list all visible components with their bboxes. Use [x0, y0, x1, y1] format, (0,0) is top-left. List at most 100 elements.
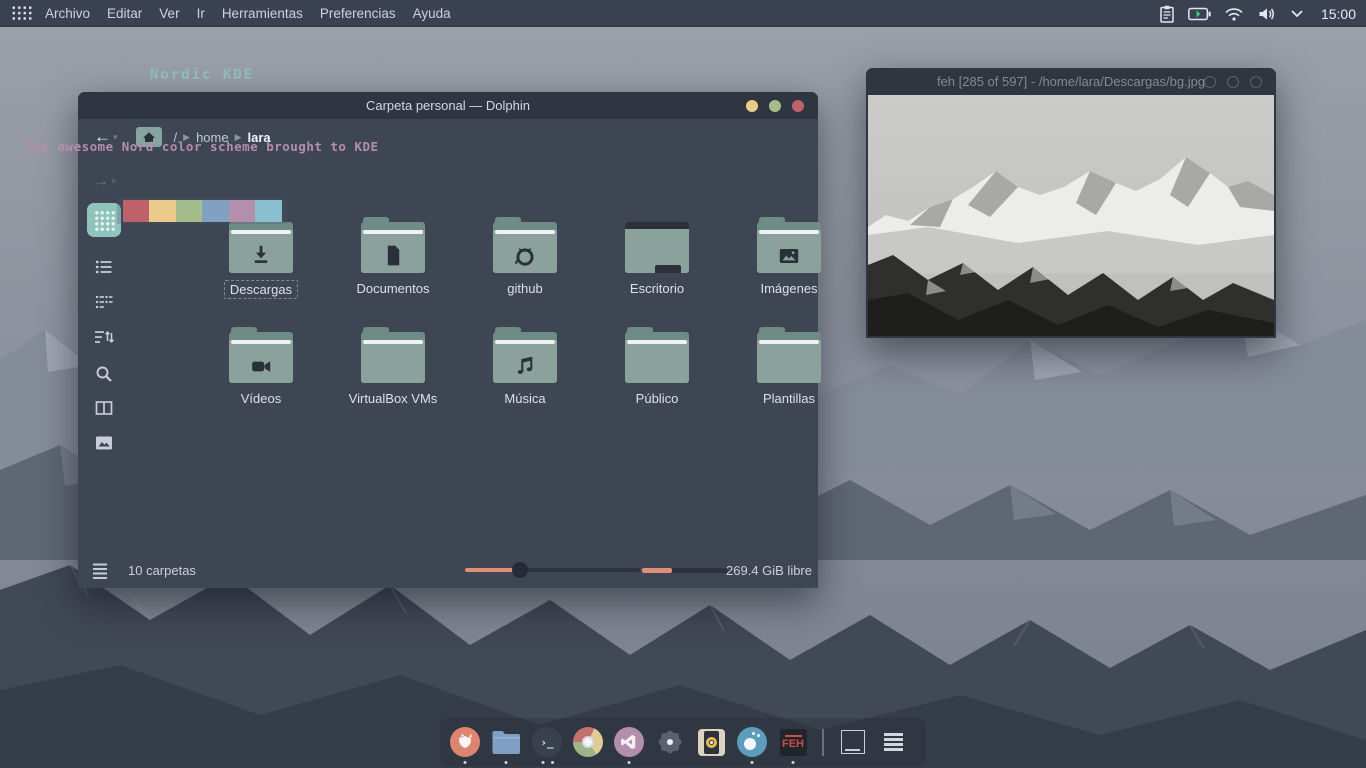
- gear-icon: [655, 727, 685, 757]
- folder-label: Música: [499, 390, 550, 407]
- terminal-content[interactable]: Nordic KDE The awesome Nord color scheme…: [0, 27, 404, 262]
- zoom-slider-knob[interactable]: [512, 562, 528, 578]
- image-icon: [776, 243, 802, 269]
- folder-label: Público: [631, 390, 684, 407]
- battery-icon[interactable]: [1188, 7, 1211, 21]
- folder-label: Escritorio: [625, 280, 689, 297]
- terminal-heading: Nordic KDE: [0, 67, 404, 83]
- feh-titlebar[interactable]: feh [285 of 597] - /home/lara/Descargas/…: [866, 68, 1276, 95]
- folder-label: Documentos: [352, 280, 435, 297]
- menu-preferencias[interactable]: Preferencias: [320, 6, 396, 21]
- menu-ir[interactable]: Ir: [197, 6, 205, 21]
- clipboard-icon[interactable]: [1159, 5, 1175, 23]
- dock-media-player[interactable]: [696, 727, 726, 757]
- firefox-icon: [454, 731, 476, 753]
- dock-feh[interactable]: FEH: [778, 727, 808, 757]
- window-title: feh [285 of 597] - /home/lara/Descargas/…: [937, 74, 1205, 89]
- dock-vscode[interactable]: [614, 727, 644, 757]
- dock-terminal[interactable]: ›_: [532, 727, 562, 757]
- palette-yellow: [149, 200, 176, 222]
- preview-image-icon: [95, 435, 113, 451]
- dock-file-manager[interactable]: [491, 727, 521, 757]
- folder-virtualbox-vms[interactable]: VirtualBox VMs: [338, 327, 448, 408]
- folders-count: 10 carpetas: [128, 563, 196, 578]
- menu-archivo[interactable]: Archivo: [45, 6, 90, 21]
- folder-videos[interactable]: Vídeos: [206, 327, 316, 408]
- menu-ver[interactable]: Ver: [159, 6, 179, 21]
- preview-button[interactable]: [84, 428, 124, 458]
- volume-icon[interactable]: [1257, 6, 1277, 22]
- wifi-icon[interactable]: [1224, 6, 1244, 22]
- close-button[interactable]: [1250, 76, 1262, 88]
- dock-firefox[interactable]: [450, 727, 480, 757]
- palette-purple: [229, 200, 256, 222]
- desktop: Archivo Editar Ver Ir Herramientas Prefe…: [0, 0, 1366, 768]
- disk-usage-bar: [642, 568, 728, 573]
- hamburger-menu-icon: [884, 733, 903, 751]
- chevron-down-icon[interactable]: [1290, 9, 1304, 18]
- compact-view-icon: [95, 293, 113, 311]
- palette-red: [123, 200, 150, 222]
- compact-view-button[interactable]: [84, 287, 124, 317]
- folder-label: Imágenes: [755, 280, 822, 297]
- dock-blue-app[interactable]: [737, 727, 767, 757]
- zoom-slider[interactable]: [465, 568, 640, 572]
- menu-herramientas[interactable]: Herramientas: [222, 6, 303, 21]
- dock-separator: [822, 729, 824, 756]
- folder-label: Plantillas: [758, 390, 820, 407]
- folder-escritorio[interactable]: Escritorio: [602, 217, 712, 298]
- palette-cyan: [255, 200, 282, 222]
- dock-show-desktop[interactable]: [838, 727, 868, 757]
- split-view-button[interactable]: [84, 393, 124, 423]
- search-button[interactable]: [84, 359, 124, 389]
- vscode-icon: [619, 732, 639, 752]
- dock-chromium[interactable]: [573, 727, 603, 757]
- menu-editar[interactable]: Editar: [107, 6, 142, 21]
- feh-image-mountains: [868, 95, 1274, 336]
- sort-button[interactable]: [84, 322, 124, 352]
- folder-plantillas[interactable]: Plantillas: [734, 327, 844, 408]
- terminal-prompt-icon: ›_: [540, 736, 553, 749]
- maximize-button[interactable]: [1227, 76, 1239, 88]
- video-camera-icon: [248, 353, 274, 379]
- chromium-icon: [582, 736, 594, 748]
- folder-label: VirtualBox VMs: [344, 390, 443, 407]
- maximize-button[interactable]: [769, 100, 781, 112]
- palette-blue: [202, 200, 229, 222]
- minimize-button[interactable]: [746, 100, 758, 112]
- folder-musica[interactable]: Música: [470, 327, 580, 408]
- menu-ayuda[interactable]: Ayuda: [413, 6, 451, 21]
- sort-icon: [94, 328, 114, 346]
- speaker-icon: [698, 729, 725, 756]
- show-desktop-icon: [841, 730, 865, 754]
- nord-color-palette: [117, 198, 287, 224]
- palette-green: [176, 200, 203, 222]
- dock-app-menu[interactable]: [879, 727, 909, 757]
- close-button[interactable]: [792, 100, 804, 112]
- konsole-window: ~ : fish — Konsole Nordic KDE The awesom…: [0, 0, 404, 262]
- minimize-button[interactable]: [1204, 76, 1216, 88]
- folder-label: Vídeos: [236, 390, 286, 407]
- dock: ›_: [440, 718, 926, 766]
- blue-app-icon: [737, 727, 767, 757]
- folder-imagenes[interactable]: Imágenes: [734, 217, 844, 298]
- dolphin-statusbar: 10 carpetas 269.4 GiB libre: [78, 554, 818, 588]
- folder-label: Descargas: [224, 280, 298, 299]
- folder-publico[interactable]: Público: [602, 327, 712, 408]
- app-launcher-icon[interactable]: [11, 5, 33, 21]
- github-icon: [512, 243, 539, 270]
- terminal-subtitle: The awesome Nord color scheme brought to…: [0, 139, 404, 154]
- split-view-icon: [95, 399, 113, 417]
- free-space-label: 269.4 GiB libre: [726, 563, 812, 578]
- global-menubar: Archivo Editar Ver Ir Herramientas Prefe…: [0, 0, 1366, 27]
- clock[interactable]: 15:00: [1321, 6, 1356, 22]
- dock-settings[interactable]: [655, 727, 685, 757]
- feh-window: feh [285 of 597] - /home/lara/Descargas/…: [866, 68, 1276, 338]
- blue-folder-icon: [491, 729, 521, 755]
- hamburger-menu-icon[interactable]: [92, 562, 108, 580]
- folder-label: github: [502, 280, 547, 297]
- folder-github[interactable]: github: [470, 217, 580, 298]
- music-note-icon: [512, 353, 538, 379]
- feh-logo-icon: FEH: [780, 729, 807, 756]
- search-icon: [95, 365, 113, 383]
